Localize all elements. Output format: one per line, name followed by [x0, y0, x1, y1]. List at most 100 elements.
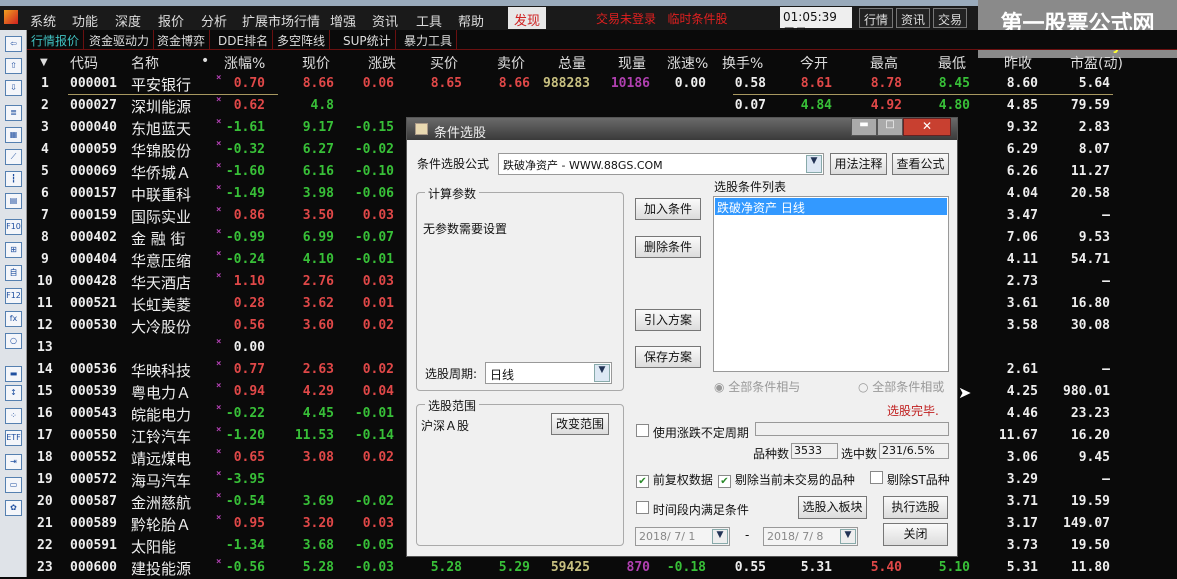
- candlestick-icon[interactable]: ┇: [5, 171, 22, 187]
- chevron-down-icon[interactable]: ▼: [594, 364, 610, 382]
- f10-icon[interactable]: F10: [5, 219, 22, 235]
- menu-item-8[interactable]: 工具: [416, 11, 442, 30]
- tab-0[interactable]: 行情报价: [27, 30, 85, 50]
- line-chart-icon[interactable]: ⟋: [5, 149, 22, 165]
- forward-adjust-checkbox[interactable]: ✔ 前复权数据: [636, 471, 713, 488]
- stock-name[interactable]: 华锦股份: [131, 140, 191, 161]
- stock-code[interactable]: 000587: [70, 494, 117, 509]
- column-header-9[interactable]: 现量: [618, 53, 646, 73]
- stock-code[interactable]: 000157: [70, 186, 117, 201]
- stock-code[interactable]: 000543: [70, 406, 117, 421]
- date-from-picker[interactable]: 2018/ 7/ 1 ▼: [635, 527, 730, 546]
- stock-name[interactable]: 国际实业: [131, 206, 191, 227]
- quote-button[interactable]: 行情: [859, 8, 894, 28]
- stock-code[interactable]: 000572: [70, 472, 117, 487]
- search-icon[interactable]: ○: [5, 333, 22, 349]
- save-plan-button[interactable]: 保存方案: [635, 346, 701, 368]
- chevron-down-icon[interactable]: ▼: [806, 155, 822, 173]
- list-icon[interactable]: ▤: [5, 193, 22, 209]
- stock-code[interactable]: 000552: [70, 450, 117, 465]
- stock-code[interactable]: 000589: [70, 516, 117, 531]
- period-select[interactable]: 日线 ▼: [485, 362, 612, 384]
- stock-code[interactable]: 000600: [70, 560, 117, 575]
- radio-all-or[interactable]: ○ 全部条件相或: [858, 378, 944, 395]
- column-header-8[interactable]: 总量: [558, 53, 586, 73]
- close-icon[interactable]: ✕: [903, 118, 951, 136]
- column-header-0[interactable]: 代码: [70, 53, 98, 73]
- stock-name[interactable]: 深圳能源: [131, 96, 191, 117]
- tab-2[interactable]: 资金博弈: [153, 30, 211, 50]
- minimize-button[interactable]: ▬: [851, 118, 877, 136]
- stock-name[interactable]: 海马汽车: [131, 470, 191, 491]
- stock-code[interactable]: 000402: [70, 230, 117, 245]
- change-scope-button[interactable]: 改变范围: [551, 413, 609, 435]
- date-to-picker[interactable]: 2018/ 7/ 8 ▼: [763, 527, 858, 546]
- radio-all-and[interactable]: ◉ 全部条件相与: [714, 378, 800, 395]
- stock-name[interactable]: 建投能源: [131, 558, 191, 579]
- formula-select[interactable]: 跌破净资产 - WWW.88GS.COM ▼: [498, 153, 824, 175]
- menu-item-4[interactable]: 分析: [201, 11, 227, 30]
- column-header-13[interactable]: 最高: [870, 53, 898, 73]
- stock-code[interactable]: 000001: [70, 76, 117, 91]
- printer-icon[interactable]: ▭: [5, 477, 22, 493]
- menu-item-0[interactable]: 系统: [30, 11, 56, 30]
- etf-icon[interactable]: ETF: [5, 430, 22, 446]
- close-button[interactable]: 关闭: [883, 523, 948, 546]
- stock-code[interactable]: 000027: [70, 98, 117, 113]
- time-range-checkbox[interactable]: 时间段内满足条件: [636, 501, 749, 518]
- menu-item-3[interactable]: 报价: [158, 11, 184, 30]
- folder-icon[interactable]: ▬: [5, 366, 22, 382]
- stock-name[interactable]: 金洲慈航: [131, 492, 191, 513]
- menu-item-1[interactable]: 功能: [72, 11, 98, 30]
- column-header-5[interactable]: 涨跌: [368, 53, 396, 73]
- stock-code[interactable]: 000550: [70, 428, 117, 443]
- chevron-down-icon[interactable]: ▼: [840, 529, 856, 544]
- up-arrow-icon[interactable]: ⇧: [5, 58, 22, 74]
- column-header-2[interactable]: •: [201, 53, 209, 69]
- dialog-titlebar[interactable]: 条件选股 ▬ □ ✕: [407, 118, 957, 141]
- column-header-7[interactable]: 卖价: [497, 53, 525, 73]
- stock-name[interactable]: 长虹美菱: [131, 294, 191, 315]
- view-formula-button[interactable]: 查看公式: [892, 153, 949, 175]
- stock-name[interactable]: 华意压缩: [131, 250, 191, 271]
- add-to-block-button[interactable]: 选股入板块: [798, 496, 867, 519]
- menu-item-6[interactable]: 增强: [330, 11, 356, 30]
- stock-code[interactable]: 000521: [70, 296, 117, 311]
- chevron-down-icon[interactable]: ▼: [712, 529, 728, 544]
- formula-icon[interactable]: fx: [5, 311, 22, 327]
- news-button[interactable]: 资讯: [896, 8, 931, 28]
- menu-item-2[interactable]: 深度: [115, 11, 141, 30]
- condition-list[interactable]: 跌破净资产 日线: [713, 196, 949, 372]
- sort-indicator-icon[interactable]: ▼: [40, 57, 48, 68]
- stock-name[interactable]: 太阳能: [131, 536, 176, 557]
- stock-code[interactable]: 000536: [70, 362, 117, 377]
- tab-4[interactable]: 多空阵线: [273, 30, 331, 50]
- usage-notes-button[interactable]: 用法注释: [830, 153, 887, 175]
- stock-name[interactable]: 华天酒店: [131, 272, 191, 293]
- column-header-4[interactable]: 现价: [302, 53, 330, 73]
- stock-name[interactable]: 江铃汽车: [131, 426, 191, 447]
- stock-code[interactable]: 000069: [70, 164, 117, 179]
- f12-icon[interactable]: F12: [5, 288, 22, 304]
- column-header-14[interactable]: 最低: [938, 53, 966, 73]
- tab-6[interactable]: 暴力工具: [400, 30, 458, 50]
- scatter-icon[interactable]: ⁘: [5, 408, 22, 424]
- tab-5[interactable]: SUP统计: [339, 30, 396, 50]
- stock-name[interactable]: 华侨城Ａ: [131, 162, 191, 183]
- plugin-icon[interactable]: ✿: [5, 500, 22, 516]
- trade-button[interactable]: 交易: [933, 8, 968, 28]
- menu-item-7[interactable]: 资讯: [372, 11, 398, 30]
- column-header-6[interactable]: 买价: [430, 53, 458, 73]
- execute-selection-button[interactable]: 执行选股: [883, 496, 948, 519]
- add-condition-button[interactable]: 加入条件: [635, 198, 701, 220]
- custom-icon[interactable]: 自: [5, 265, 22, 281]
- stock-code[interactable]: 000159: [70, 208, 117, 223]
- stock-name[interactable]: 粤电力Ａ: [131, 382, 191, 403]
- stock-code[interactable]: 000530: [70, 318, 117, 333]
- report-icon[interactable]: ≣: [5, 105, 22, 121]
- tree-icon[interactable]: ⊞: [5, 242, 22, 258]
- stock-code[interactable]: 000591: [70, 538, 117, 553]
- stock-name[interactable]: 中联重科: [131, 184, 191, 205]
- down-arrow-icon[interactable]: ⇩: [5, 80, 22, 96]
- stock-name[interactable]: 金 融 街: [131, 228, 186, 249]
